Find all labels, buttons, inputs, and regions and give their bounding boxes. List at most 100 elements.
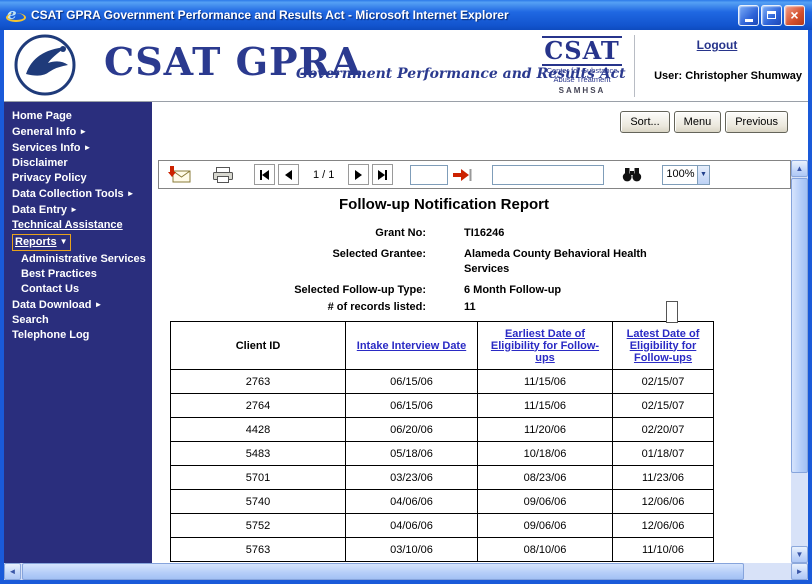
hhs-logo-icon <box>14 34 76 96</box>
sidebar-item-data-download[interactable]: Data Download► <box>4 297 152 313</box>
table-row: 4428 06/20/06 11/20/06 02/20/07 <box>171 418 714 442</box>
scroll-right-button[interactable]: ► <box>791 563 808 580</box>
csat-samhsa-logo: CSAT Center for Substance Abuse Treatmen… <box>542 36 622 95</box>
table-row: 5740 04/06/06 09/06/06 12/06/06 <box>171 490 714 514</box>
field-value: Alameda County Behavioral Health Service… <box>464 247 679 277</box>
sidebar-item-label: Home Page <box>12 110 72 122</box>
field-label: # of records listed: <box>164 300 426 315</box>
cell-intake-date: 04/06/06 <box>346 514 478 538</box>
sidebar-item-search[interactable]: Search <box>4 313 152 328</box>
stray-caret-artifact <box>666 301 678 323</box>
sidebar-item-label: Privacy Policy <box>12 172 87 184</box>
vertical-scrollbar-thumb[interactable] <box>791 178 808 473</box>
logout-link[interactable]: Logout <box>697 38 738 52</box>
cell-intake-date: 06/15/06 <box>346 394 478 418</box>
sort-button[interactable]: Sort... <box>620 111 669 133</box>
csat-logo-line1: Center for Substance <box>542 66 622 75</box>
find-binoculars-icon[interactable] <box>622 167 642 182</box>
restore-button[interactable] <box>761 5 782 26</box>
goto-page-arrow-icon[interactable] <box>452 168 472 182</box>
chevron-down-icon[interactable]: ▼ <box>697 166 710 184</box>
last-page-button[interactable] <box>372 164 393 185</box>
cell-earliest-date: 11/15/06 <box>478 370 613 394</box>
column-header-link[interactable]: Latest Date of Eligibility for Follow-up… <box>627 328 700 364</box>
sidebar-item-administrative-services[interactable]: Administrative Services <box>4 252 152 267</box>
first-page-button[interactable] <box>254 164 275 185</box>
scroll-left-button[interactable]: ◄ <box>4 563 21 580</box>
cell-latest-date: 11/10/06 <box>613 538 714 562</box>
cell-client-id: 5740 <box>171 490 346 514</box>
export-email-icon[interactable] <box>168 166 192 183</box>
cell-client-id: 2764 <box>171 394 346 418</box>
cell-intake-date: 04/06/06 <box>346 490 478 514</box>
table-row: 5752 04/06/06 09/06/06 12/06/06 <box>171 514 714 538</box>
sidebar-item-services-info[interactable]: Services Info► <box>4 140 152 156</box>
cell-latest-date: 01/18/07 <box>613 442 714 466</box>
previous-page-icon <box>285 170 292 180</box>
close-button[interactable]: × <box>784 5 805 26</box>
page-indicator: 1 / 1 <box>313 169 334 181</box>
scroll-up-button[interactable]: ▲ <box>791 160 808 177</box>
sidebar-item-data-entry[interactable]: Data Entry► <box>4 202 152 218</box>
user-block: Logout User: Christopher Shumway <box>632 36 802 82</box>
zoom-dropdown[interactable]: 100% ▼ <box>662 165 710 185</box>
minimize-button[interactable] <box>738 5 759 26</box>
title-bar[interactable]: e CSAT GPRA Government Performance and R… <box>0 0 812 30</box>
zoom-value: 100% <box>663 166 696 184</box>
scroll-down-button[interactable]: ▼ <box>791 546 808 563</box>
cell-latest-date: 12/06/06 <box>613 490 714 514</box>
previous-page-button[interactable] <box>278 164 299 185</box>
cell-client-id: 5763 <box>171 538 346 562</box>
internet-explorer-icon: e <box>7 7 24 24</box>
sidebar-item-general-info[interactable]: General Info► <box>4 124 152 140</box>
sidebar-item-home-page[interactable]: Home Page <box>4 109 152 124</box>
submenu-right-arrow-icon: ► <box>94 300 102 309</box>
horizontal-scrollbar[interactable]: ◄ ► <box>4 563 808 580</box>
cell-latest-date: 02/15/07 <box>613 370 714 394</box>
sidebar-item-technical-assistance[interactable]: Technical Assistance <box>4 218 152 233</box>
column-header-link[interactable]: Earliest Date of Eligibility for Follow-… <box>491 328 599 364</box>
field-value: 6 Month Follow-up <box>464 283 561 298</box>
column-header-earliest-date: Earliest Date of Eligibility for Follow-… <box>478 322 613 370</box>
sidebar-item-data-collection-tools[interactable]: Data Collection Tools► <box>4 186 152 202</box>
previous-button[interactable]: Previous <box>725 111 788 133</box>
goto-page-input[interactable] <box>410 165 448 185</box>
column-header-latest-date: Latest Date of Eligibility for Follow-up… <box>613 322 714 370</box>
action-button-row: Sort... Menu Previous <box>620 111 788 133</box>
sidebar-item-disclaimer[interactable]: Disclaimer <box>4 156 152 171</box>
csat-logo-title: CSAT <box>542 36 622 66</box>
field-value: 11 <box>464 300 476 315</box>
sidebar-item-reports[interactable]: Reports▼ <box>4 233 152 252</box>
cell-intake-date: 06/20/06 <box>346 418 478 442</box>
sidebar-item-contact-us[interactable]: Contact Us <box>4 282 152 297</box>
sidebar-item-label: Reports <box>15 236 57 248</box>
cell-client-id: 4428 <box>171 418 346 442</box>
horizontal-scrollbar-thumb[interactable] <box>22 563 744 580</box>
menu-button[interactable]: Menu <box>674 111 722 133</box>
column-header-link[interactable]: Intake Interview Date <box>357 340 466 352</box>
cell-earliest-date: 08/23/06 <box>478 466 613 490</box>
search-text-input[interactable] <box>492 165 604 185</box>
field-followup-type: Selected Follow-up Type: 6 Month Follow-… <box>164 283 724 298</box>
vertical-scrollbar[interactable]: ▲ ▼ <box>791 160 808 563</box>
cell-latest-date: 02/20/07 <box>613 418 714 442</box>
cell-earliest-date: 10/18/06 <box>478 442 613 466</box>
cell-latest-date: 02/15/07 <box>613 394 714 418</box>
column-header-client-id: Client ID <box>171 322 346 370</box>
next-page-icon <box>355 170 362 180</box>
print-icon[interactable] <box>212 167 234 183</box>
submenu-right-arrow-icon: ► <box>83 143 91 152</box>
cell-earliest-date: 08/10/06 <box>478 538 613 562</box>
sidebar-item-label: Contact Us <box>21 283 79 295</box>
sidebar-item-telephone-log[interactable]: Telephone Log <box>4 328 152 343</box>
sidebar-item-privacy-policy[interactable]: Privacy Policy <box>4 171 152 186</box>
cell-intake-date: 06/15/06 <box>346 370 478 394</box>
submenu-right-arrow-icon: ► <box>79 127 87 136</box>
sidebar-item-label: Data Entry <box>12 204 67 216</box>
browser-window: e CSAT GPRA Government Performance and R… <box>0 0 812 584</box>
cell-intake-date: 05/18/06 <box>346 442 478 466</box>
window-title: CSAT GPRA Government Performance and Res… <box>31 8 736 22</box>
next-page-button[interactable] <box>348 164 369 185</box>
sidebar-item-best-practices[interactable]: Best Practices <box>4 267 152 282</box>
sidebar-item-label: Services Info <box>12 142 80 154</box>
